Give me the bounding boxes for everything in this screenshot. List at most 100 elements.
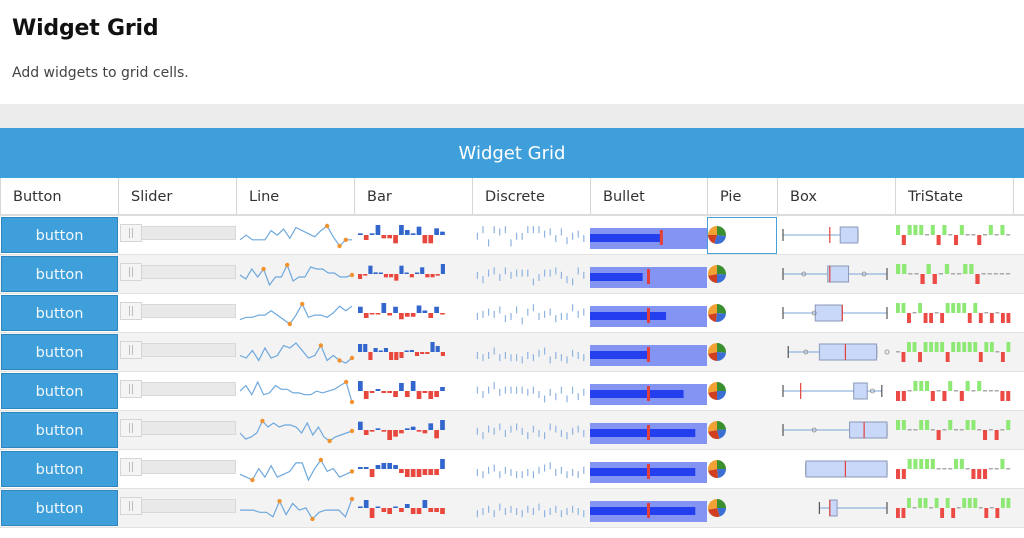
pie-slice bbox=[708, 460, 717, 471]
tristate-mark bbox=[973, 303, 978, 313]
grid-button[interactable]: button bbox=[1, 256, 118, 292]
bar-mark bbox=[363, 430, 369, 435]
bullet-target bbox=[659, 230, 663, 245]
grid-button[interactable]: button bbox=[1, 412, 118, 448]
discrete-mark bbox=[555, 425, 557, 433]
discrete-mark bbox=[504, 315, 506, 323]
line-marker bbox=[349, 428, 355, 434]
slider-handle[interactable] bbox=[120, 497, 142, 515]
tristate-mark bbox=[978, 313, 983, 323]
bar-mark bbox=[387, 430, 393, 440]
slider-handle[interactable] bbox=[120, 224, 142, 242]
bar-mark bbox=[358, 306, 363, 313]
slider-handle[interactable] bbox=[120, 263, 142, 281]
discrete-mark bbox=[532, 226, 534, 234]
pie-chart bbox=[708, 343, 726, 361]
selected-cell-outline bbox=[707, 217, 777, 254]
discrete-mark bbox=[560, 510, 562, 518]
box-iqr bbox=[849, 421, 888, 439]
bar-sparkline bbox=[358, 342, 445, 360]
tristate-mark bbox=[994, 234, 999, 236]
column-header-bar[interactable]: Bar bbox=[354, 178, 472, 214]
grid-row: button bbox=[0, 216, 1024, 255]
column-header-tristate[interactable]: TriState bbox=[895, 178, 1013, 214]
column-header-line[interactable]: Line bbox=[236, 178, 354, 214]
bar-mark bbox=[381, 463, 387, 469]
column-header-discrete[interactable]: Discrete bbox=[472, 178, 590, 214]
tristate-mark bbox=[925, 459, 930, 469]
slider-handle[interactable] bbox=[120, 458, 142, 476]
slider-handle[interactable] bbox=[120, 380, 142, 398]
column-header-slider[interactable]: Slider bbox=[118, 178, 236, 214]
discrete-mark bbox=[488, 239, 490, 247]
bar-mark bbox=[363, 344, 368, 352]
column-header-pie[interactable]: Pie bbox=[707, 178, 777, 214]
grid-button[interactable]: button bbox=[1, 334, 118, 370]
bar-mark bbox=[387, 235, 393, 239]
bullet-target bbox=[647, 503, 650, 518]
line-marker bbox=[349, 496, 355, 502]
discrete-mark bbox=[499, 306, 501, 314]
pie-chart bbox=[708, 382, 726, 400]
grid-button[interactable]: button bbox=[1, 373, 118, 409]
slider-handle[interactable] bbox=[120, 341, 142, 359]
slider-handle[interactable] bbox=[120, 419, 142, 437]
tristate-mark bbox=[957, 273, 962, 275]
column-header-button[interactable]: Button bbox=[0, 178, 118, 214]
discrete-mark bbox=[527, 226, 529, 234]
column-header-box[interactable]: Box bbox=[777, 178, 895, 214]
tristate-mark bbox=[981, 273, 986, 275]
line-marker bbox=[277, 499, 282, 504]
line-sparkline bbox=[239, 301, 353, 327]
grid-button[interactable]: button bbox=[1, 451, 118, 487]
bar-mark bbox=[381, 508, 387, 512]
tristate-mark bbox=[954, 235, 959, 245]
grid-button[interactable]: button bbox=[1, 217, 118, 253]
tristate-mark bbox=[954, 390, 959, 392]
tristate-mark bbox=[954, 429, 959, 431]
discrete-mark bbox=[549, 423, 551, 431]
tristate-mark bbox=[930, 459, 935, 469]
bar-mark bbox=[416, 305, 422, 313]
tristate-mark bbox=[1000, 429, 1005, 431]
discrete-mark bbox=[577, 393, 579, 401]
line-series bbox=[239, 458, 353, 482]
discrete-mark bbox=[482, 471, 484, 479]
discrete-mark bbox=[488, 269, 490, 277]
discrete-mark bbox=[521, 471, 523, 479]
tristate-mark bbox=[942, 468, 947, 470]
discrete-mark bbox=[560, 271, 562, 279]
column-header-bullet[interactable]: Bullet bbox=[590, 178, 707, 214]
tristate-mark bbox=[948, 381, 953, 391]
grid-title: Widget Grid bbox=[0, 128, 1024, 178]
discrete-mark bbox=[583, 354, 585, 362]
tristate-mark bbox=[918, 303, 922, 313]
tristate-mark bbox=[977, 469, 982, 479]
line-marker bbox=[349, 355, 355, 361]
tristate-mark bbox=[959, 459, 964, 469]
tristate-mark bbox=[942, 225, 947, 235]
tristate-mark bbox=[1000, 225, 1005, 235]
slider-handle[interactable] bbox=[120, 302, 142, 320]
discrete-mark bbox=[488, 425, 490, 433]
bar-mark bbox=[414, 352, 420, 356]
grid-button[interactable]: button bbox=[1, 490, 118, 526]
box-plot bbox=[782, 421, 888, 439]
bar-mark bbox=[399, 430, 404, 434]
tristate-mark bbox=[989, 313, 994, 323]
grid-button[interactable]: button bbox=[1, 295, 118, 331]
tristate-mark bbox=[973, 342, 978, 352]
tristate-mark bbox=[913, 459, 918, 469]
bar-mark bbox=[373, 272, 378, 274]
tristate-mark bbox=[956, 303, 961, 313]
bar-mark bbox=[410, 381, 416, 391]
bar-mark bbox=[440, 508, 445, 514]
bullet-value bbox=[590, 468, 696, 476]
tristate-mark bbox=[959, 429, 964, 431]
bullet-target bbox=[647, 308, 650, 323]
discrete-mark bbox=[493, 464, 495, 472]
discrete-mark bbox=[577, 425, 579, 433]
tristate-mark bbox=[988, 429, 993, 431]
bar-mark bbox=[410, 469, 416, 477]
tristate-mark bbox=[919, 459, 924, 469]
